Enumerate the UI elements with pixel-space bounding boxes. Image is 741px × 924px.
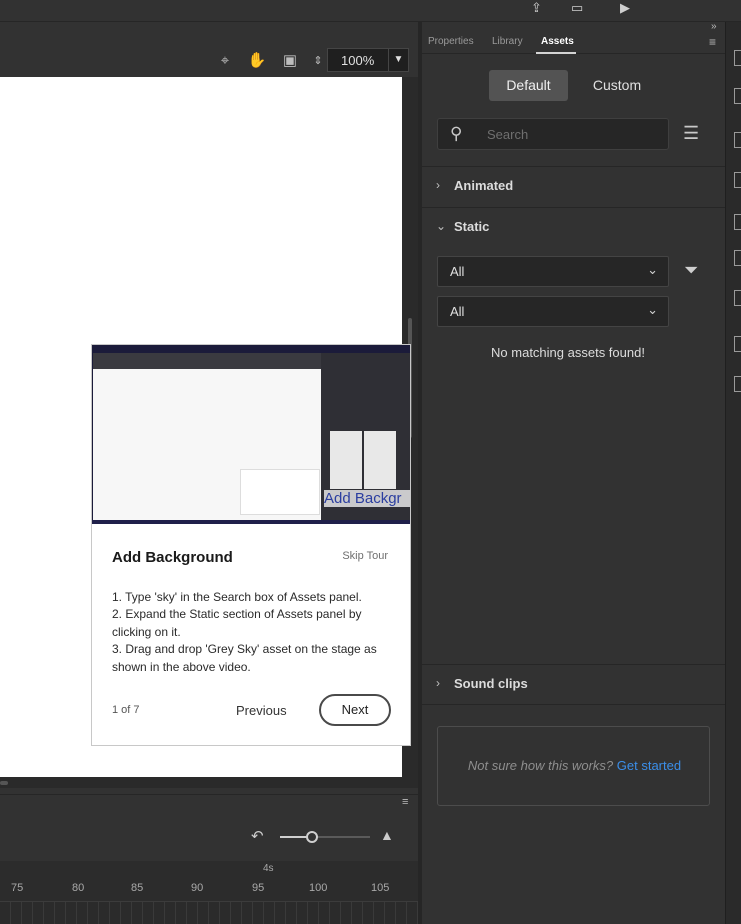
sound-clips-section[interactable]: › Sound clips: [422, 664, 725, 704]
search-field[interactable]: ⚲ Search: [437, 118, 669, 150]
panel-menu-icon[interactable]: ≡: [709, 35, 716, 49]
assets-panel: » Properties Library Assets ≡ Default Cu…: [422, 21, 725, 924]
get-started-link[interactable]: Get started: [617, 758, 681, 773]
guided-tour-card: Add Backgr Add Background Skip Tour 1. T…: [91, 344, 411, 746]
zoom-slider-thumb[interactable]: [306, 831, 318, 843]
search-icon: ⚲: [450, 124, 463, 143]
static-label: Static: [454, 219, 490, 234]
chevron-down-icon: ⌄: [436, 219, 447, 233]
help-line: Not sure how this works? Get started: [438, 758, 711, 773]
chevron-down-icon: ⌄: [647, 302, 658, 317]
tool-icon[interactable]: [734, 290, 741, 306]
static-section[interactable]: ⌄ Static: [422, 207, 725, 247]
filter-icon[interactable]: ⏷: [684, 260, 698, 281]
undo-icon[interactable]: ↶: [251, 827, 264, 845]
mountain-icon[interactable]: ▲: [380, 827, 394, 843]
animated-label: Animated: [454, 178, 514, 193]
tool-icon[interactable]: [734, 336, 741, 352]
tab-properties[interactable]: Properties: [428, 36, 474, 47]
help-text: Not sure how this works?: [467, 758, 614, 773]
tour-video[interactable]: Add Backgr: [92, 345, 410, 524]
video-bottom-bar: [92, 520, 410, 524]
ruler-label: 100: [309, 882, 328, 894]
tour-title: Add Background: [112, 549, 233, 566]
next-button[interactable]: Next: [319, 694, 391, 726]
chevron-down-icon[interactable]: ▼: [388, 49, 408, 71]
panel-tabs: Properties Library Assets ≡: [422, 34, 725, 54]
tour-step: 1. Type 'sky' in the Search box of Asset…: [112, 590, 362, 604]
collapse-icon[interactable]: »: [711, 21, 717, 32]
chevron-right-icon: ›: [436, 676, 440, 690]
panel-top-bar: »: [422, 21, 725, 34]
tour-step: 3. Drag and drop 'Grey Sky' asset on the…: [112, 642, 377, 674]
filter-dropdown-1[interactable]: All ⌄: [437, 256, 669, 287]
seconds-label: 4s: [263, 863, 274, 874]
timeline-menu-icon[interactable]: ≡: [402, 796, 408, 808]
right-toolbar: [725, 22, 741, 924]
zoom-slider-fill: [280, 836, 307, 838]
tool-icon[interactable]: [734, 88, 741, 104]
hand-icon[interactable]: ✋: [247, 51, 267, 71]
zoom-select[interactable]: 100% ▼: [327, 48, 409, 72]
active-tab-indicator: [536, 52, 576, 54]
tool-icon[interactable]: [734, 250, 741, 266]
default-toggle[interactable]: Default: [489, 70, 568, 101]
previous-button[interactable]: Previous: [236, 703, 287, 718]
skip-tour-link[interactable]: Skip Tour: [342, 550, 388, 562]
share-icon[interactable]: ⇪: [531, 0, 542, 16]
zoom-value: 100%: [341, 53, 375, 68]
list-view-icon[interactable]: ☰: [683, 123, 699, 144]
empty-message: No matching assets found!: [491, 345, 645, 360]
ruler-label: 95: [252, 882, 265, 894]
video-mini-card: [240, 469, 320, 515]
ruler-label: 90: [191, 882, 204, 894]
video-toolbar: [93, 353, 321, 369]
tab-assets[interactable]: Assets: [541, 36, 574, 47]
video-asset-grid: [330, 431, 398, 489]
ruler-label: 75: [11, 882, 24, 894]
tour-progress: 1 of 7: [112, 704, 140, 716]
search-placeholder: Search: [487, 127, 529, 142]
filter-dropdown-2[interactable]: All ⌄: [437, 296, 669, 327]
timeline-header: ≡: [0, 794, 418, 811]
chevron-right-icon: ›: [436, 178, 440, 192]
timeline-ruler[interactable]: 4s 75 80 85 90 95 100 105: [0, 861, 418, 924]
tab-library[interactable]: Library: [492, 36, 523, 47]
frame-cells[interactable]: [0, 902, 418, 924]
layout-icon[interactable]: ▭: [571, 0, 583, 16]
rotate-icon[interactable]: ⇕: [308, 51, 328, 71]
chevron-down-icon: ⌄: [647, 262, 658, 277]
tour-steps: 1. Type 'sky' in the Search box of Asset…: [112, 589, 392, 676]
tour-step: 2. Expand the Static section of Assets p…: [112, 607, 362, 639]
divider: [422, 704, 725, 705]
ruler-label: 80: [72, 882, 85, 894]
horizontal-scrollbar[interactable]: [0, 781, 8, 785]
ruler-label: 105: [371, 882, 390, 894]
tool-icon[interactable]: [734, 50, 741, 66]
ruler-label: 85: [131, 882, 144, 894]
tool-icon[interactable]: [734, 214, 741, 230]
tool-icon[interactable]: [734, 376, 741, 392]
app-window: ⇪ ▭ ▶ ⌖ ✋ ▣ ⇕ 100% ▼ ≡ ↶ ▲ 4s 75 80 85 9…: [0, 0, 741, 924]
filter-value: All: [450, 264, 465, 279]
help-box: Not sure how this works? Get started: [437, 726, 710, 806]
top-bar: ⇪ ▭ ▶: [0, 0, 741, 22]
timeline-tools: ↶ ▲: [0, 811, 418, 861]
animated-section[interactable]: › Animated: [422, 166, 725, 206]
play-icon[interactable]: ▶: [620, 0, 630, 16]
sound-clips-label: Sound clips: [454, 676, 528, 691]
center-stage-icon[interactable]: ⌖: [215, 51, 235, 71]
filter-value: All: [450, 304, 465, 319]
clip-icon[interactable]: ▣: [280, 51, 300, 71]
tool-icon[interactable]: [734, 172, 741, 188]
video-caption: Add Backgr: [324, 490, 410, 507]
tool-icon[interactable]: [734, 132, 741, 148]
custom-toggle[interactable]: Custom: [585, 70, 649, 101]
